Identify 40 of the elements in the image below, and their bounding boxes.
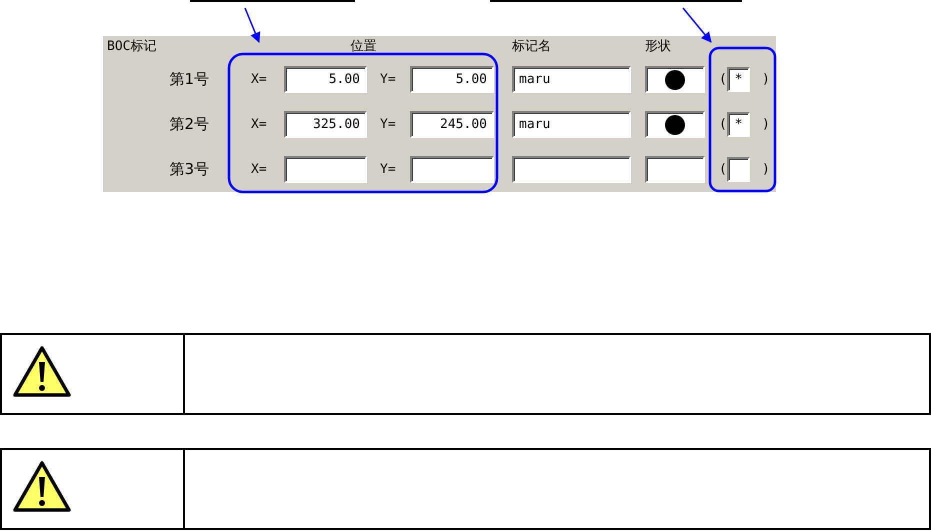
arrow bbox=[244, 8, 260, 43]
parenthesis: ) bbox=[761, 117, 771, 132]
input-field[interactable]: 5.00 bbox=[284, 66, 367, 93]
input-field[interactable]: 325.00 bbox=[284, 111, 367, 138]
parenthesis: ( bbox=[719, 117, 727, 132]
row-label: 第3号 bbox=[169, 160, 210, 179]
input-field[interactable] bbox=[727, 157, 750, 182]
column-header: 形状 bbox=[645, 39, 672, 54]
shape-field[interactable] bbox=[645, 111, 705, 138]
arrow bbox=[682, 8, 712, 43]
parenthesis: ) bbox=[761, 162, 771, 177]
input-field[interactable]: 245.00 bbox=[410, 111, 494, 138]
shape-field[interactable] bbox=[645, 66, 705, 93]
circle-icon bbox=[665, 114, 685, 134]
circle-icon bbox=[665, 70, 685, 90]
column-header: 标记名 bbox=[512, 39, 552, 54]
shape-field[interactable] bbox=[645, 156, 705, 183]
parenthesis: ) bbox=[761, 72, 771, 87]
field-label: Y= bbox=[379, 72, 397, 87]
field-label: X= bbox=[250, 162, 268, 177]
input-field[interactable]: * bbox=[727, 112, 750, 137]
warning-icon bbox=[12, 460, 72, 514]
input-field[interactable]: maru bbox=[512, 66, 631, 93]
parenthesis: ( bbox=[719, 72, 727, 87]
field-label: X= bbox=[250, 72, 268, 87]
input-field[interactable] bbox=[410, 156, 494, 183]
warning-icon bbox=[12, 345, 72, 399]
input-field[interactable]: 5.00 bbox=[410, 66, 494, 93]
parenthesis: ( bbox=[719, 162, 727, 177]
input-field[interactable] bbox=[512, 156, 631, 183]
field-label: X= bbox=[250, 117, 268, 132]
row-label: 第2号 bbox=[169, 115, 210, 134]
field-label: Y= bbox=[379, 162, 397, 177]
field-label: Y= bbox=[379, 117, 397, 132]
row-label: 第1号 bbox=[169, 70, 210, 89]
column-header: BOC标记 bbox=[106, 39, 158, 54]
input-field[interactable]: maru bbox=[512, 111, 631, 138]
input-field[interactable]: * bbox=[727, 67, 750, 92]
column-header: 位置 bbox=[350, 39, 376, 54]
input-field[interactable] bbox=[284, 156, 367, 183]
